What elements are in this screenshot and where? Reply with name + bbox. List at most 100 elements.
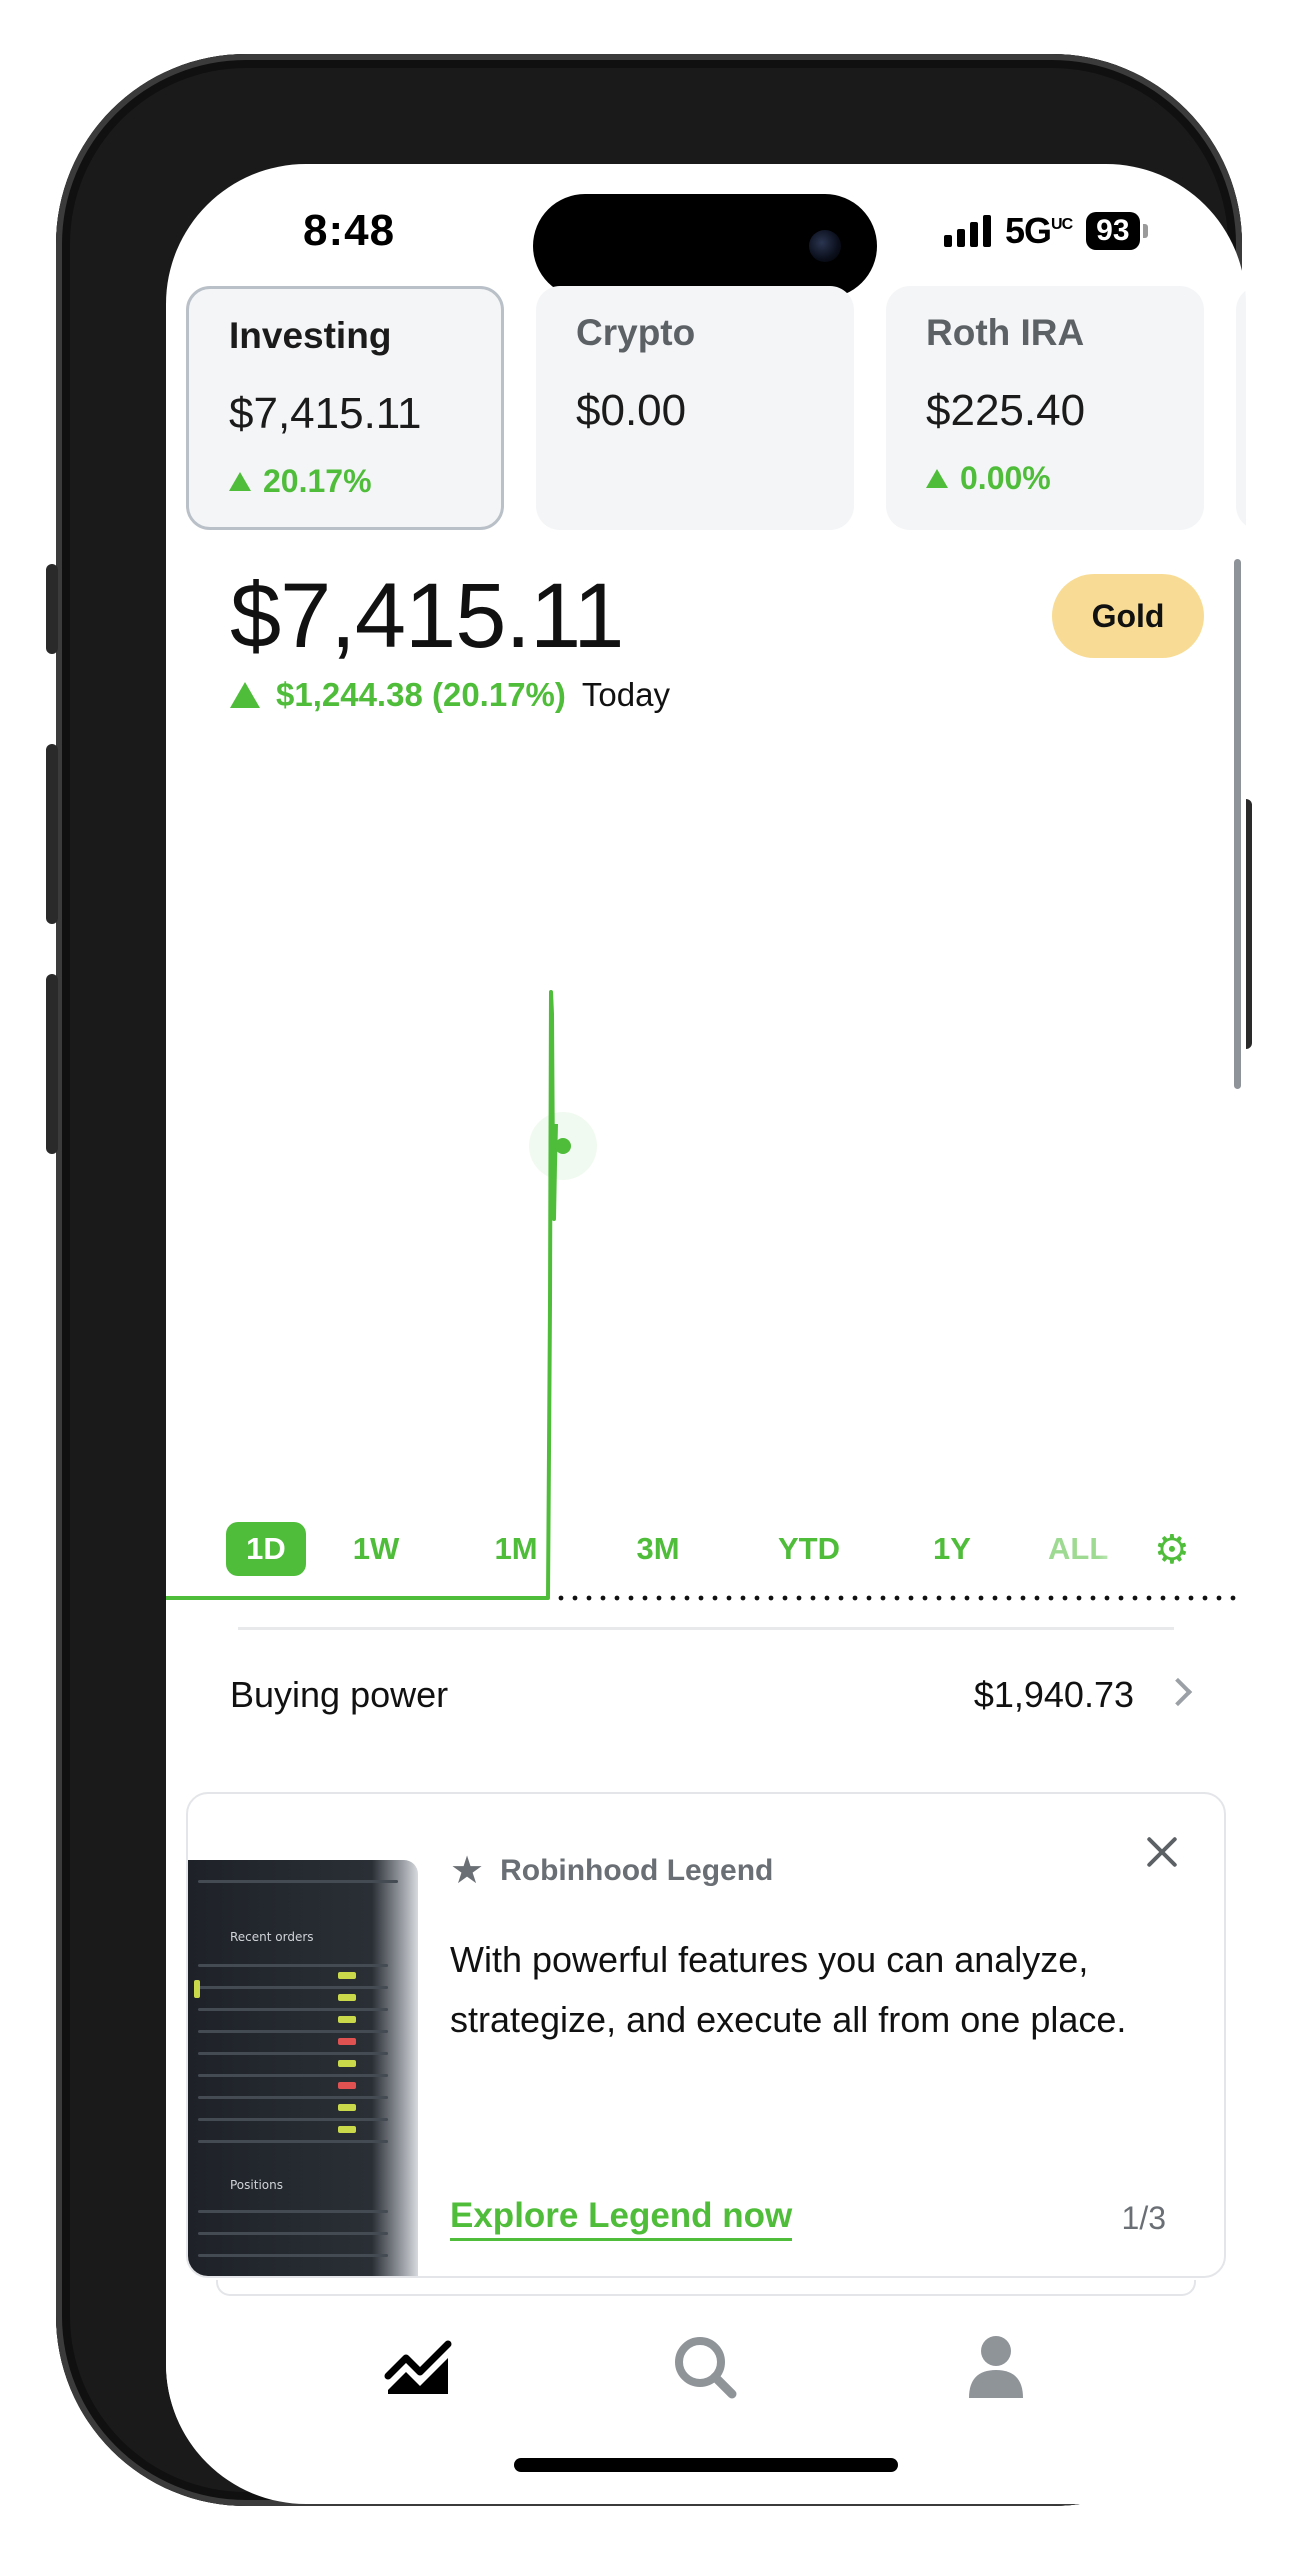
promo-card[interactable]: Recent orders Positions ★ Robinhood Lege… bbox=[186, 1792, 1226, 2278]
chart-baseline-dot bbox=[1076, 1595, 1082, 1601]
day-change-amount: $1,244.38 (20.17%) bbox=[276, 676, 566, 713]
status-icons: 5GUC 93 bbox=[944, 210, 1148, 252]
status-time: 8:48 bbox=[303, 206, 396, 255]
thumb-heading-positions: Positions bbox=[230, 2178, 283, 2192]
buying-power-value[interactable]: $1,940.73 bbox=[974, 1674, 1134, 1716]
chart-baseline-dot bbox=[1188, 1595, 1194, 1601]
chart-baseline-dot bbox=[754, 1595, 760, 1601]
chart-baseline-dot bbox=[824, 1595, 830, 1601]
chart-baseline-dot bbox=[698, 1595, 704, 1601]
chart-baseline-dot bbox=[642, 1595, 648, 1601]
up-arrow-icon bbox=[926, 469, 948, 488]
range-tab-ytd[interactable]: YTD bbox=[759, 1522, 859, 1576]
day-change-period: Today bbox=[581, 676, 670, 713]
portfolio-chart[interactable] bbox=[166, 864, 1246, 1604]
chart-baseline-dot bbox=[880, 1595, 886, 1601]
up-arrow-icon bbox=[230, 682, 260, 708]
chart-baseline-dot bbox=[1174, 1595, 1180, 1601]
chart-baseline-dot bbox=[964, 1595, 970, 1601]
legend-preview-image: Recent orders Positions bbox=[188, 1860, 418, 2276]
chart-baseline-dot bbox=[1090, 1595, 1096, 1601]
chart-baseline-dot bbox=[852, 1595, 858, 1601]
chart-baseline-dot bbox=[1118, 1595, 1124, 1601]
account-name: Crypto bbox=[576, 312, 696, 353]
chart-baseline-dot bbox=[1104, 1595, 1110, 1601]
day-change: $1,244.38 (20.17%) Today bbox=[230, 676, 670, 714]
account-card-crypto[interactable]: Crypto $0.00 bbox=[536, 286, 854, 530]
gear-icon[interactable]: ⚙ bbox=[1154, 1530, 1190, 1570]
chart-baseline-dot bbox=[810, 1595, 816, 1601]
chart-baseline-dots bbox=[558, 1595, 1236, 1601]
chart-baseline-dot bbox=[1020, 1595, 1026, 1601]
close-icon[interactable] bbox=[1142, 1832, 1182, 1872]
range-tab-3m[interactable]: 3M bbox=[618, 1522, 698, 1576]
account-card-roth-ira[interactable]: Roth IRA $225.40 0.00% bbox=[886, 286, 1204, 530]
chart-baseline-dot bbox=[894, 1595, 900, 1601]
chart-baseline-dot bbox=[796, 1595, 802, 1601]
chart-baseline-dot bbox=[656, 1595, 662, 1601]
account-name: Investing bbox=[229, 315, 392, 356]
chart-baseline-dot bbox=[600, 1595, 606, 1601]
chart-baseline-dot bbox=[1132, 1595, 1138, 1601]
range-tab-1y[interactable]: 1Y bbox=[912, 1522, 992, 1576]
dynamic-island bbox=[533, 194, 877, 298]
chart-baseline-dot bbox=[1062, 1595, 1068, 1601]
chart-baseline-dot bbox=[1202, 1595, 1208, 1601]
action-button bbox=[46, 564, 58, 654]
chart-baseline-dot bbox=[908, 1595, 914, 1601]
portfolio-value: $7,415.11 bbox=[230, 565, 624, 667]
account-icon[interactable] bbox=[961, 2332, 1031, 2402]
chart-baseline-dot bbox=[726, 1595, 732, 1601]
chart-baseline-dot bbox=[712, 1595, 718, 1601]
chart-baseline-dot bbox=[950, 1595, 956, 1601]
range-tab-1w[interactable]: 1W bbox=[336, 1522, 416, 1576]
search-icon[interactable] bbox=[670, 2332, 740, 2402]
chart-baseline-dot bbox=[1216, 1595, 1222, 1601]
chart-icon[interactable] bbox=[384, 2332, 454, 2402]
chart-line bbox=[166, 990, 558, 1600]
promo-card-stack bbox=[216, 2280, 1196, 2296]
phone-frame: 8:48 5GUC 93 Investing $7,415.11 20.17% … bbox=[46, 54, 1252, 2506]
account-card-investing[interactable]: Investing $7,415.11 20.17% bbox=[186, 286, 504, 530]
explore-legend-link[interactable]: Explore Legend now bbox=[450, 2196, 793, 2241]
chart-baseline-dot bbox=[1006, 1595, 1012, 1601]
camera-icon bbox=[809, 230, 841, 262]
range-selector: 1D 1W 1M 3M YTD 1Y ALL ⚙ bbox=[226, 1522, 1190, 1576]
promo-brand: ★ Robinhood Legend bbox=[450, 1850, 774, 1892]
range-tab-1d[interactable]: 1D bbox=[226, 1522, 306, 1576]
screen: 8:48 5GUC 93 Investing $7,415.11 20.17% … bbox=[166, 164, 1246, 2504]
promo-body: With powerful features you can analyze, … bbox=[450, 1939, 1127, 2040]
home-indicator[interactable] bbox=[514, 2458, 898, 2472]
chart-baseline-dot bbox=[614, 1595, 620, 1601]
buying-power-label[interactable]: Buying power bbox=[230, 1674, 448, 1716]
up-arrow-icon bbox=[229, 472, 251, 491]
chart-baseline-dot bbox=[866, 1595, 872, 1601]
range-tab-all[interactable]: ALL bbox=[1048, 1522, 1138, 1576]
battery-level: 93 bbox=[1086, 212, 1140, 250]
chart-baseline-dot bbox=[1160, 1595, 1166, 1601]
chart-baseline-dot bbox=[922, 1595, 928, 1601]
chevron-right-icon[interactable] bbox=[1163, 1677, 1193, 1707]
gold-badge[interactable]: Gold bbox=[1052, 574, 1204, 658]
chart-baseline-dot bbox=[740, 1595, 746, 1601]
chart-baseline-dot bbox=[768, 1595, 774, 1601]
chart-baseline-dot bbox=[1048, 1595, 1054, 1601]
chart-baseline-dot bbox=[1146, 1595, 1152, 1601]
account-value: $7,415.11 bbox=[229, 389, 422, 438]
promo-page-indicator: 1/3 bbox=[1121, 2200, 1166, 2236]
chart-baseline-dot bbox=[838, 1595, 844, 1601]
chart-baseline-dot bbox=[1034, 1595, 1040, 1601]
battery-icon: 93 bbox=[1086, 212, 1148, 250]
account-change: 0.00% bbox=[926, 460, 1164, 497]
star-icon: ★ bbox=[450, 1850, 485, 1892]
chart-baseline-dot bbox=[1230, 1595, 1236, 1601]
chart-baseline-dot bbox=[670, 1595, 676, 1601]
account-card-next[interactable] bbox=[1236, 286, 1246, 530]
volume-down-button bbox=[46, 974, 58, 1154]
tab-bar bbox=[166, 2312, 1246, 2452]
range-tab-1m[interactable]: 1M bbox=[476, 1522, 556, 1576]
account-value: $225.40 bbox=[926, 386, 1086, 435]
chart-cursor-dot[interactable] bbox=[555, 1138, 571, 1154]
chart-baseline-dot bbox=[586, 1595, 592, 1601]
signal-icon bbox=[944, 215, 991, 247]
